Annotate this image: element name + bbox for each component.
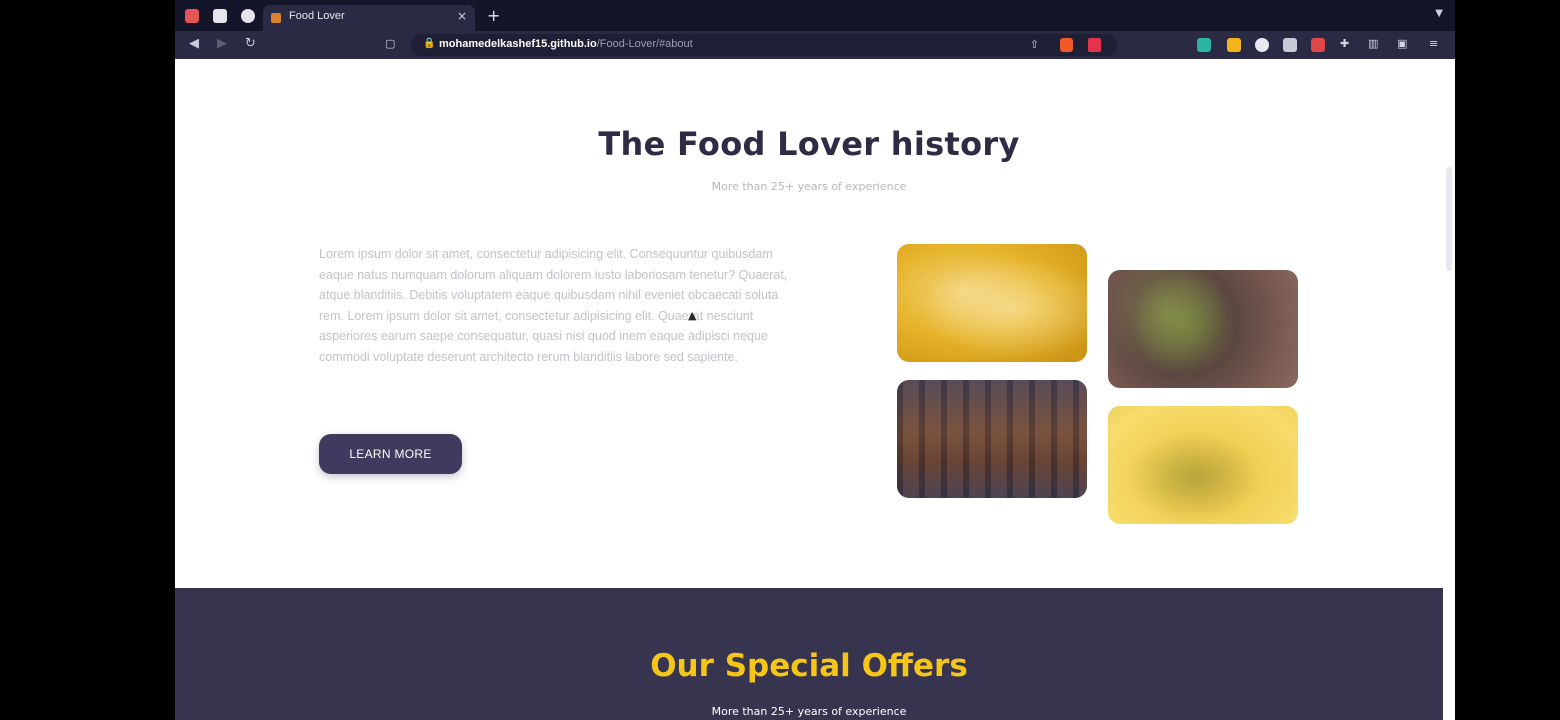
pinned-globe-icon[interactable]: [241, 9, 255, 23]
share-icon[interactable]: ⇧: [1030, 38, 1039, 51]
brave-shield-icon[interactable]: [1060, 38, 1073, 52]
extensions-puzzle-icon[interactable]: ✚: [1340, 37, 1349, 50]
extension-circle-icon[interactable]: [1255, 38, 1269, 52]
extension-pencil-icon[interactable]: [1227, 38, 1241, 52]
extension-red-icon[interactable]: [1311, 38, 1325, 52]
page-content: The Food Lover history More than 25+ yea…: [175, 59, 1455, 720]
tab-bar: Food Lover × + ▼: [175, 0, 1455, 31]
url-path: /Food-Lover/#about: [596, 38, 693, 50]
pinned-document-icon[interactable]: [213, 9, 227, 23]
tab-title: Food Lover: [289, 10, 345, 22]
history-title: The Food Lover history: [598, 125, 1020, 163]
lock-icon: 🔒: [423, 38, 436, 49]
extension-shield-icon[interactable]: [1283, 38, 1297, 52]
special-offers-section: Our Special Offers More than 25+ years o…: [175, 588, 1443, 720]
bookmark-icon[interactable]: ▢: [385, 37, 395, 50]
brave-rewards-icon[interactable]: [1088, 38, 1101, 52]
offers-title: Our Special Offers: [650, 648, 968, 684]
url-text: mohamedelkashef15.github.io/Food-Lover/#…: [439, 38, 693, 50]
page-scrollbar[interactable]: [1443, 59, 1455, 589]
browser-toolbar: ◀ ▶ ↻ ▢ 🔒 mohamedelkashef15.github.io/Fo…: [175, 31, 1455, 59]
favicon-icon: [271, 13, 281, 23]
url-host: mohamedelkashef15.github.io: [439, 38, 597, 50]
tab-close-icon[interactable]: ×: [457, 9, 467, 23]
history-subtitle: More than 25+ years of experience: [711, 180, 907, 193]
extension-p-icon[interactable]: [1197, 38, 1211, 52]
tab-food-lover[interactable]: Food Lover ×: [263, 5, 475, 31]
gallery-image-bread: [897, 244, 1087, 362]
gallery-image-plated-food: [1108, 406, 1298, 524]
scrollbar-thumb[interactable]: [1446, 167, 1452, 271]
learn-more-button[interactable]: LEARN MORE: [319, 434, 462, 474]
pinned-calendar-icon[interactable]: [185, 9, 199, 23]
back-icon[interactable]: ◀: [189, 36, 199, 51]
menu-icon[interactable]: ≡: [1429, 37, 1438, 50]
reload-icon[interactable]: ↻: [245, 36, 256, 51]
new-tab-button[interactable]: +: [487, 6, 500, 25]
history-paragraph: Lorem ipsum dolor sit amet, consectetur …: [319, 247, 788, 364]
offers-subtitle: More than 25+ years of experience: [711, 705, 907, 718]
browser-window: Food Lover × + ▼ ◀ ▶ ↻ ▢ 🔒 mohamedelkash…: [175, 0, 1455, 720]
tab-search-chevron-icon[interactable]: ▼: [1435, 8, 1443, 19]
sidebar-icon[interactable]: ▥: [1368, 37, 1378, 50]
gallery-image-table-dish: [1108, 270, 1298, 388]
mouse-cursor-icon: ▲: [688, 309, 697, 322]
forward-icon[interactable]: ▶: [217, 36, 227, 51]
address-bar[interactable]: 🔒 mohamedelkashef15.github.io/Food-Lover…: [411, 34, 1117, 56]
gallery-image-restaurant-interior: [897, 380, 1087, 498]
wallet-icon[interactable]: ▣: [1397, 37, 1407, 50]
